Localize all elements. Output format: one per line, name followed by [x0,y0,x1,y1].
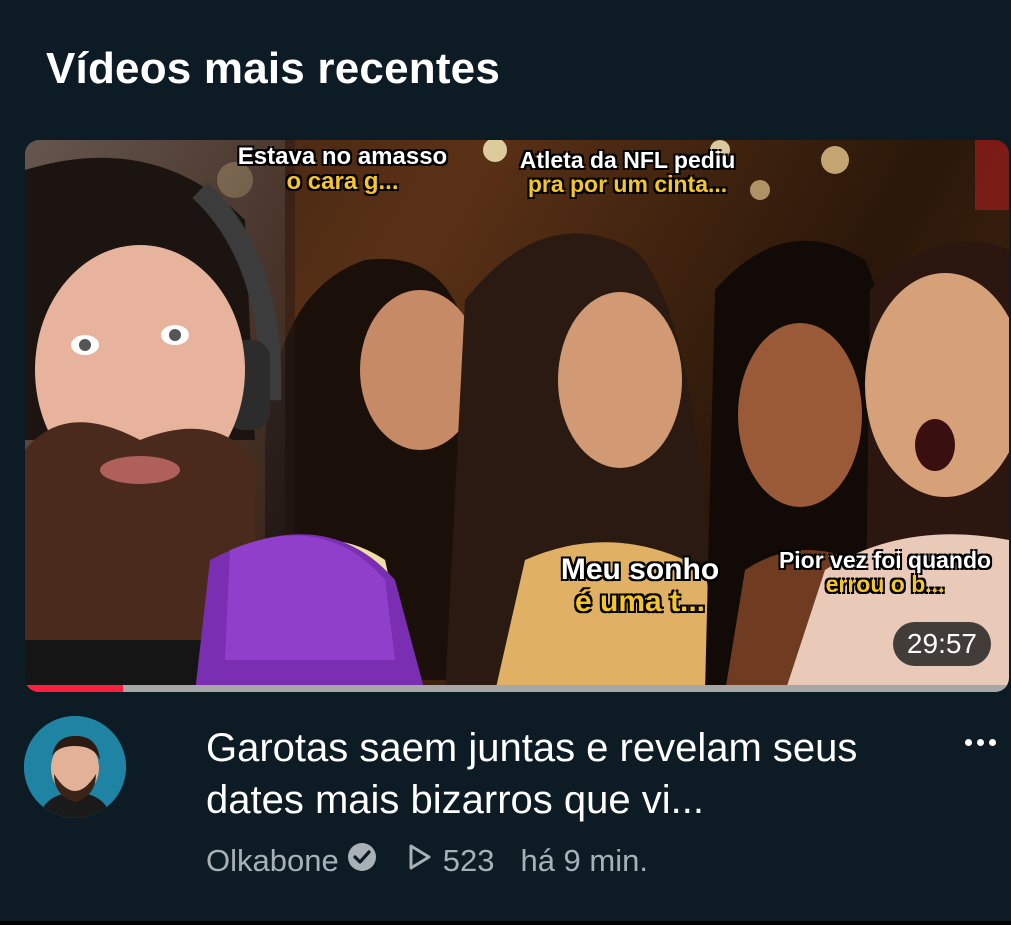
video-metadata: Olkabone 523 há 9 min. [206,842,648,880]
more-vertical-icon [964,738,972,746]
thumbnail-caption: Estava no amasso o cara g... [237,143,448,196]
thumbnail-caption: Atleta da NFL pediu pra por um cinta... [519,147,736,198]
thumbnail-caption: Meu sonho é uma t... [560,553,720,618]
video-thumbnail[interactable]: Estava no amasso o cara g... Atleta da N… [25,140,1009,692]
upload-age: há 9 min. [520,843,648,878]
duration-badge: 29:57 [892,622,991,666]
thumbnail-illustration [25,140,1009,692]
channel-avatar[interactable] [24,716,126,818]
channel-name[interactable]: Olkabone [206,843,339,879]
more-vertical-icon [976,738,984,746]
watch-progress-bar [25,685,1009,692]
more-options-button[interactable] [960,724,1000,760]
watch-progress-fill [25,685,124,692]
divider [0,921,1011,925]
view-count: 523 [442,843,495,878]
more-vertical-icon [988,738,996,746]
verified-check-icon [347,842,377,880]
video-title[interactable]: Garotas saem juntas e revelam seus dates… [206,722,896,826]
section-title: Vídeos mais recentes [46,44,501,93]
thumbnail-caption: Pior vez foi quando errou o b... [778,547,992,598]
avatar-illustration [24,716,126,818]
play-outline-icon [407,843,433,879]
